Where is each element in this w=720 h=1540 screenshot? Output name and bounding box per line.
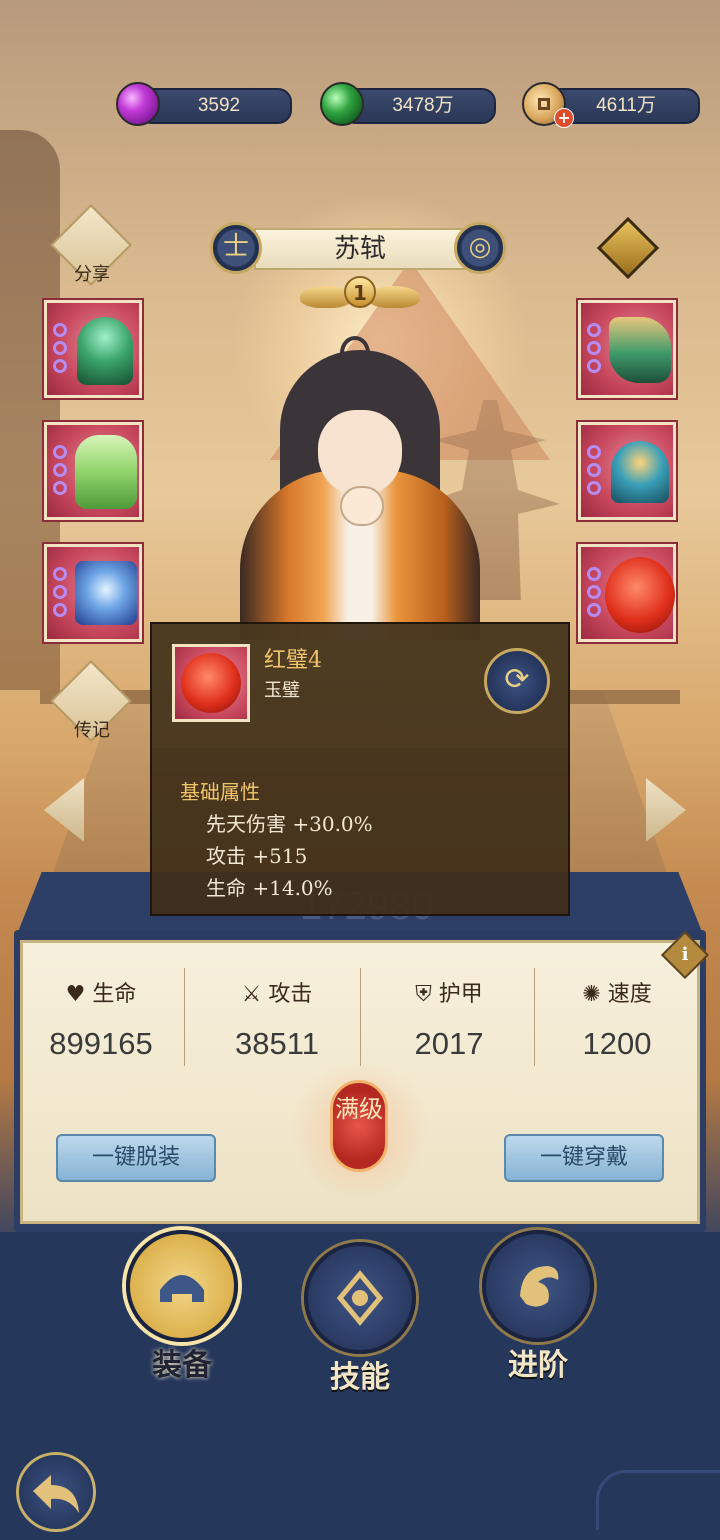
hero-hands <box>340 486 384 526</box>
currency-coin-value: 4611万 <box>596 95 656 116</box>
tooltip-attribute: 攻击 +515 <box>206 844 308 868</box>
swords-icon: ⚔ <box>241 982 262 1007</box>
back-button[interactable] <box>16 1452 96 1532</box>
stat-armor-value: 2017 <box>414 1026 484 1061</box>
purple-gem-icon <box>116 82 160 126</box>
chain-icon <box>51 321 69 383</box>
item-tooltip: 红璧4 玉璧 ⟳ 基础属性 先天伤害 +30.0% 攻击 +515 生命 +14… <box>150 622 570 916</box>
jade-disc-icon <box>605 557 675 633</box>
next-hero-arrow[interactable] <box>646 778 686 842</box>
equip-slot-jade[interactable] <box>576 542 678 644</box>
hero-hair-bun <box>340 336 370 370</box>
equip-slot-accessory[interactable] <box>576 420 678 522</box>
tooltip-item-type: 玉璧 <box>264 680 300 701</box>
hero-face <box>318 410 402 496</box>
nav-advance-button[interactable] <box>482 1230 594 1342</box>
stat-divider <box>360 968 361 1066</box>
currency-green-bar: 3478万 <box>350 88 496 124</box>
stat-speed-label: 速度 <box>607 982 652 1007</box>
lock-icon[interactable] <box>596 216 660 280</box>
add-coin-button[interactable]: + <box>554 108 574 128</box>
staff-icon <box>77 317 133 385</box>
currency-green-value: 3478万 <box>392 95 454 116</box>
shield-icon: ⛨ <box>415 982 432 1007</box>
back-arrow-icon <box>33 1475 79 1513</box>
currency-coin-bar: 4611万 <box>552 88 700 124</box>
green-jade-icon <box>320 82 364 126</box>
nav-skills-button[interactable] <box>304 1242 416 1354</box>
nav-skills-label: 技能 <box>330 1360 390 1395</box>
book-icon <box>75 561 137 625</box>
stat-hp: ♥ 生命 899165 <box>16 980 186 1062</box>
chain-icon <box>585 443 603 505</box>
hero-level-badge: 1 <box>300 272 420 318</box>
coin-hole <box>538 98 550 110</box>
chain-icon <box>51 443 69 505</box>
element-swirl-icon[interactable]: ◎ <box>454 222 506 274</box>
phoenix-icon <box>520 1266 559 1307</box>
stat-attack: ⚔ 攻击 38511 <box>192 980 362 1062</box>
tooltip-attribute: 生命 +14.0% <box>206 876 333 900</box>
prev-hero-arrow[interactable] <box>44 778 84 842</box>
currency-purple-value: 3592 <box>197 95 241 116</box>
nav-equipment-label: 装备 <box>152 1348 212 1383</box>
hero-name: 苏轼 <box>333 234 386 264</box>
stat-speed-value: 1200 <box>582 1026 652 1061</box>
jade-disc-icon <box>181 653 241 713</box>
hero-level: 1 <box>344 276 376 308</box>
chain-icon <box>585 565 603 627</box>
equip-slot-book[interactable] <box>42 542 144 644</box>
max-level-badge: 满级 <box>330 1080 388 1172</box>
nav-equipment-button[interactable] <box>126 1230 238 1342</box>
biography-label: 传记 <box>74 720 110 741</box>
currency-purple-bar: 3592 <box>146 88 292 124</box>
faction-icon[interactable]: 士 <box>210 222 262 274</box>
skill-swirl-icon <box>336 1270 384 1326</box>
stat-attack-label: 攻击 <box>268 982 313 1007</box>
robe-icon <box>75 435 137 509</box>
chain-icon <box>585 321 603 383</box>
accessory-icon <box>611 441 669 503</box>
equip-slot-boots[interactable] <box>576 298 678 400</box>
stat-hp-value: 899165 <box>49 1026 153 1061</box>
equip-all-button[interactable]: 一键穿戴 <box>504 1134 664 1182</box>
swirl-icon: ✺ <box>582 982 601 1007</box>
hero-nameplate: 苏轼 <box>254 228 466 270</box>
chain-icon <box>51 565 69 627</box>
equip-slot-weapon[interactable] <box>42 298 144 400</box>
tooltip-item-icon <box>172 644 250 722</box>
swap-item-button[interactable]: ⟳ <box>484 648 550 714</box>
tooltip-item-name: 红璧4 <box>264 648 322 673</box>
nav-advance-label: 进阶 <box>508 1348 568 1383</box>
stat-divider <box>184 968 185 1066</box>
helmet-icon <box>160 1275 204 1302</box>
share-label: 分享 <box>74 264 110 285</box>
heart-icon: ♥ <box>65 982 86 1007</box>
stat-hp-label: 生命 <box>92 982 137 1007</box>
cloud-decoration <box>596 1470 720 1530</box>
stat-armor: ⛨ 护甲 2017 <box>364 980 534 1062</box>
boots-icon <box>609 317 671 383</box>
tooltip-section-title: 基础属性 <box>180 780 260 804</box>
stat-speed: ✺ 速度 1200 <box>532 980 702 1062</box>
equip-slot-armor[interactable] <box>42 420 144 522</box>
stat-armor-label: 护甲 <box>438 982 483 1007</box>
tooltip-attribute: 先天伤害 +30.0% <box>206 812 373 836</box>
stat-attack-value: 38511 <box>235 1026 319 1061</box>
unequip-all-button[interactable]: 一键脱装 <box>56 1134 216 1182</box>
